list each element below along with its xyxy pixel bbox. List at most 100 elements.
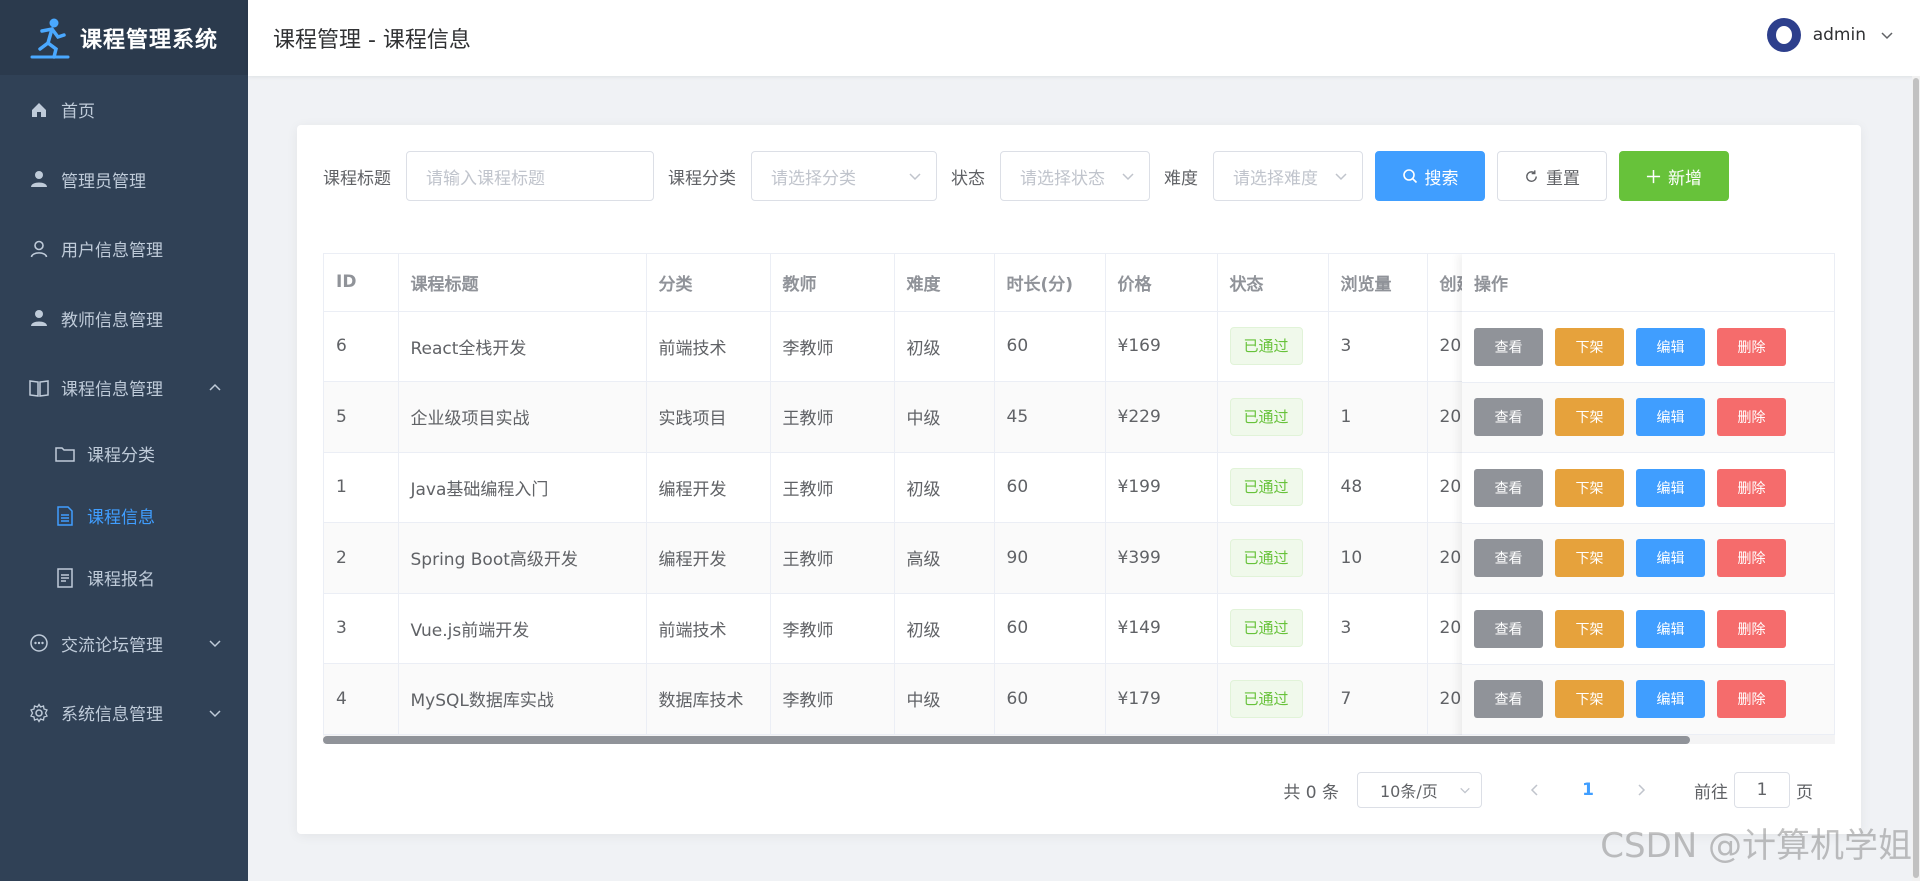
title-input-placeholder: 请输入课程标题 — [426, 168, 545, 189]
cell-duration: 60 — [994, 593, 1106, 664]
cell-status: 已通过 — [1217, 311, 1329, 382]
column-header[interactable]: 浏览量 — [1328, 254, 1428, 312]
delete-button[interactable]: 删除 — [1717, 539, 1786, 578]
page-size-select[interactable]: 10条/页 — [1357, 772, 1482, 808]
sidebar-item-label: 管理员管理 — [61, 171, 146, 192]
actions-row: 查看 下架 编辑 删除 — [1462, 664, 1834, 735]
folder-icon — [54, 443, 76, 465]
actions-row: 查看 下架 编辑 删除 — [1462, 453, 1834, 524]
cell-difficulty: 初级 — [894, 311, 995, 382]
plus-icon — [1646, 169, 1661, 184]
edit-button[interactable]: 编辑 — [1636, 327, 1705, 366]
offline-button[interactable]: 下架 — [1555, 468, 1624, 507]
prev-page-button[interactable] — [1520, 772, 1550, 808]
next-page-button[interactable] — [1626, 772, 1656, 808]
user-outline-icon — [28, 238, 50, 260]
reset-button-label: 重置 — [1546, 168, 1580, 189]
scrollbar-thumb[interactable] — [1913, 78, 1919, 878]
column-header[interactable]: 课程标题 — [398, 254, 647, 312]
delete-button[interactable]: 删除 — [1717, 609, 1786, 648]
horizontal-scrollbar[interactable] — [323, 735, 1835, 744]
cell-title: MySQL数据库实战 — [398, 663, 647, 735]
sidebar-item-course-category[interactable]: 课程分类 — [0, 423, 248, 485]
column-header[interactable]: 难度 — [894, 254, 995, 312]
cell-category: 前端技术 — [646, 593, 771, 664]
sidebar-item-system[interactable]: 系统信息管理 — [0, 678, 248, 748]
search-bar: 课程标题 请输入课程标题 课程分类 请选择分类 状态 请选择状态 难度 请选择难… — [323, 151, 1729, 201]
sidebar-item-forum[interactable]: 交流论坛管理 — [0, 609, 248, 679]
view-button[interactable]: 查看 — [1474, 539, 1543, 578]
view-button[interactable]: 查看 — [1474, 398, 1543, 437]
column-header[interactable]: 分类 — [646, 254, 771, 312]
title-label: 课程标题 — [323, 168, 391, 189]
difficulty-select[interactable]: 请选择难度 — [1213, 151, 1363, 201]
column-header[interactable]: 价格 — [1105, 254, 1218, 312]
sidebar-item-label: 交流论坛管理 — [61, 635, 163, 656]
delete-button[interactable]: 删除 — [1717, 468, 1786, 507]
edit-button[interactable]: 编辑 — [1636, 468, 1705, 507]
sidebar-item-label: 系统信息管理 — [61, 705, 163, 726]
edit-button[interactable]: 编辑 — [1636, 539, 1705, 578]
view-button[interactable]: 查看 — [1474, 609, 1543, 648]
search-button[interactable]: 搜索 — [1375, 151, 1485, 201]
cell-category: 实践项目 — [646, 381, 771, 453]
cell-id: 3 — [324, 593, 399, 664]
offline-button[interactable]: 下架 — [1555, 680, 1624, 719]
sidebar-item-teachers[interactable]: 教师信息管理 — [0, 284, 248, 354]
cell-id: 2 — [324, 522, 399, 594]
view-button[interactable]: 查看 — [1474, 327, 1543, 366]
sidebar-item-admin[interactable]: 管理员管理 — [0, 145, 248, 215]
sidebar-item-courses[interactable]: 课程信息管理 — [0, 353, 248, 423]
courses-submenu: 课程分类 课程信息 课程报名 — [0, 423, 248, 609]
offline-button[interactable]: 下架 — [1555, 398, 1624, 437]
add-button[interactable]: 新增 — [1619, 151, 1729, 201]
vertical-scrollbar[interactable] — [1912, 76, 1920, 881]
status-select[interactable]: 请选择状态 — [1000, 151, 1150, 201]
status-badge: 已通过 — [1229, 609, 1303, 648]
column-header[interactable]: ID — [324, 254, 399, 312]
sidebar-item-course-enroll[interactable]: 课程报名 — [0, 547, 248, 609]
title-input[interactable]: 请输入课程标题 — [406, 151, 654, 201]
page-number[interactable]: 1 — [1570, 772, 1606, 808]
cell-status: 已通过 — [1217, 522, 1329, 594]
jump-label: 前往 — [1694, 782, 1728, 803]
column-header[interactable]: 教师 — [770, 254, 895, 312]
cell-status: 已通过 — [1217, 593, 1329, 664]
delete-button[interactable]: 删除 — [1717, 327, 1786, 366]
logo[interactable]: 课程管理系统 — [0, 0, 248, 75]
edit-button[interactable]: 编辑 — [1636, 398, 1705, 437]
delete-button[interactable]: 删除 — [1717, 680, 1786, 719]
avatar[interactable] — [1766, 18, 1801, 52]
view-button[interactable]: 查看 — [1474, 468, 1543, 507]
cell-difficulty: 中级 — [894, 381, 995, 453]
chevron-down-icon — [1335, 173, 1347, 181]
sidebar-menu: 首页 管理员管理 用户信息管理 教师信息管理 课程信息管理 课程分类 课程信息 … — [0, 75, 248, 748]
cell-teacher: 王教师 — [770, 522, 895, 594]
offline-button[interactable]: 下架 — [1555, 609, 1624, 648]
user-icon — [28, 307, 50, 329]
cell-title: Spring Boot高级开发 — [398, 522, 647, 594]
column-header[interactable]: 时长(分) — [994, 254, 1106, 312]
category-select[interactable]: 请选择分类 — [751, 151, 937, 201]
sidebar-item-users[interactable]: 用户信息管理 — [0, 214, 248, 284]
offline-button[interactable]: 下架 — [1555, 327, 1624, 366]
tickets-icon — [54, 567, 76, 589]
scrollbar-thumb[interactable] — [323, 736, 1690, 744]
sidebar-item-label: 首页 — [61, 102, 95, 123]
reset-button[interactable]: 重置 — [1497, 151, 1607, 201]
edit-button[interactable]: 编辑 — [1636, 680, 1705, 719]
column-header[interactable]: 状态 — [1217, 254, 1329, 312]
sidebar-item-course-info[interactable]: 课程信息 — [0, 485, 248, 547]
cell-duration: 90 — [994, 522, 1106, 594]
edit-button[interactable]: 编辑 — [1636, 609, 1705, 648]
sidebar-item-label: 用户信息管理 — [61, 241, 163, 262]
offline-button[interactable]: 下架 — [1555, 539, 1624, 578]
delete-button[interactable]: 删除 — [1717, 398, 1786, 437]
cell-views: 3 — [1328, 593, 1428, 664]
user-dropdown[interactable]: admin — [1766, 18, 1894, 52]
sidebar-item-home[interactable]: 首页 — [0, 75, 248, 145]
jump-input[interactable]: 1 — [1734, 772, 1790, 808]
cell-id: 1 — [324, 452, 399, 523]
cell-category: 前端技术 — [646, 311, 771, 382]
view-button[interactable]: 查看 — [1474, 680, 1543, 719]
